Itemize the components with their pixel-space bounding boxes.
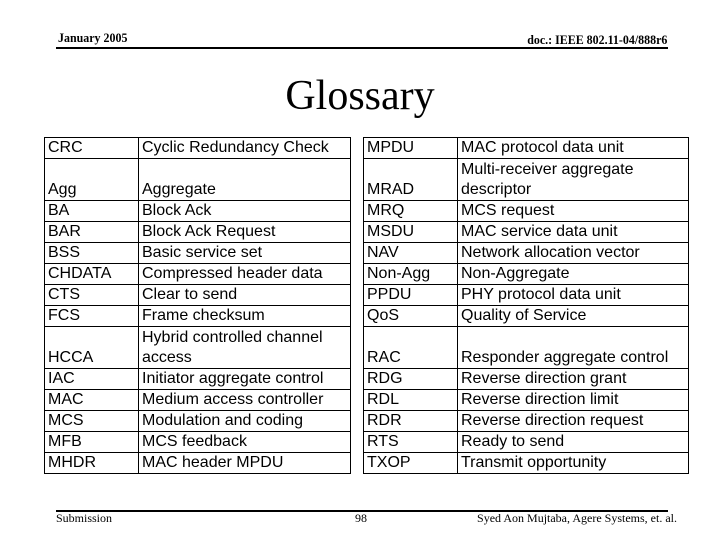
header-date: January 2005 [58,30,128,45]
glossary-definition: Transmit opportunity [457,452,689,474]
glossary-row: MAC Medium access controller [44,389,351,411]
glossary-definition: Network allocation vector [457,242,689,264]
glossary-definition: Reverse direction grant [457,368,689,390]
glossary-definition: Cyclic Redundancy Check [138,137,351,159]
glossary-row: RAC Responder aggregate control [363,326,689,369]
glossary-row: MFB MCS feedback [44,431,351,453]
glossary-row: MRAD Multi-receiver aggregate descriptor [363,158,689,201]
glossary-row: HCCA Hybrid controlled channel access [44,326,351,369]
glossary-abbreviation: MRQ [363,200,458,222]
glossary-definition: Compressed header data [138,263,351,285]
glossary-abbreviation: BSS [44,242,139,264]
glossary-definition: Responder aggregate control [457,326,689,369]
glossary-definition: Medium access controller [138,389,351,411]
glossary-definition: Hybrid controlled channel access [138,326,351,369]
page-number: 98 [355,511,367,525]
glossary-abbreviation: BAR [44,221,139,243]
glossary-abbreviation: HCCA [44,326,139,369]
glossary-definition: MCS request [457,200,689,222]
glossary-definition: MCS feedback [138,431,351,453]
glossary-definition: Initiator aggregate control [138,368,351,390]
glossary-abbreviation: Non-Agg [363,263,458,285]
glossary-definition: Modulation and coding [138,410,351,432]
glossary-definition: Ready to send [457,431,689,453]
glossary-row: RDR Reverse direction request [363,410,689,432]
glossary-abbreviation: MPDU [363,137,458,159]
glossary-abbreviation: QoS [363,305,458,327]
glossary-definition: Basic service set [138,242,351,264]
glossary-row: QoS Quality of Service [363,305,689,327]
glossary-abbreviation: CTS [44,284,139,306]
glossary-abbreviation: MSDU [363,221,458,243]
glossary-abbreviation: Agg [44,158,139,201]
glossary-abbreviation: NAV [363,242,458,264]
glossary-abbreviation: CHDATA [44,263,139,285]
glossary-definition: Quality of Service [457,305,689,327]
glossary-row: MPDU MAC protocol data unit [363,137,689,159]
glossary-definition: MAC protocol data unit [457,137,689,159]
glossary-row: BSS Basic service set [44,242,351,264]
header-doc-id: doc.: IEEE 802.11-04/888r6 [526,32,667,47]
glossary-row: NAV Network allocation vector [363,242,689,264]
glossary-row: CRC Cyclic Redundancy Check [44,137,351,159]
glossary-abbreviation: RAC [363,326,458,369]
glossary-row: MHDR MAC header MPDU [44,452,351,474]
glossary-abbreviation: PPDU [363,284,458,306]
glossary-definition: Reverse direction request [457,410,689,432]
glossary-row: MSDU MAC service data unit [363,221,689,243]
header-divider [56,47,668,49]
glossary-row: RDG Reverse direction grant [363,368,689,390]
glossary-row: CTS Clear to send [44,284,351,306]
glossary-definition: MAC service data unit [457,221,689,243]
glossary-definition: Frame checksum [138,305,351,327]
glossary-row: MCS Modulation and coding [44,410,351,432]
glossary-row: Non-Agg Non-Aggregate [363,263,689,285]
glossary-abbreviation: MFB [44,431,139,453]
glossary-abbreviation: MAC [44,389,139,411]
glossary-abbreviation: MHDR [44,452,139,474]
glossary-abbreviation: CRC [44,137,139,159]
glossary-abbreviation: RTS [363,431,458,453]
glossary-abbreviation: FCS [44,305,139,327]
glossary-row: TXOP Transmit opportunity [363,452,689,474]
glossary-row: BAR Block Ack Request [44,221,351,243]
glossary-definition: Block Ack Request [138,221,351,243]
glossary-abbreviation: MRAD [363,158,458,201]
footer-author: Syed Aon Mujtaba, Agere Systems, et. al. [477,511,677,525]
glossary-row: Agg Aggregate [44,158,351,201]
glossary-abbreviation: TXOP [363,452,458,474]
glossary-definition: PHY protocol data unit [457,284,689,306]
glossary-definition: Clear to send [138,284,351,306]
glossary-row: PPDU PHY protocol data unit [363,284,689,306]
glossary-definition: Block Ack [138,200,351,222]
glossary-definition: MAC header MPDU [138,452,351,474]
glossary-row: FCS Frame checksum [44,305,351,327]
footer-label: Submission [56,511,113,525]
glossary-abbreviation: RDR [363,410,458,432]
glossary-abbreviation: IAC [44,368,139,390]
glossary-row: BA Block Ack [44,200,351,222]
glossary-definition: Reverse direction limit [457,389,689,411]
glossary-abbreviation: RDG [363,368,458,390]
glossary-row: MRQ MCS request [363,200,689,222]
glossary-abbreviation: BA [44,200,139,222]
glossary-row: CHDATA Compressed header data [44,263,351,285]
glossary-row: RDL Reverse direction limit [363,389,689,411]
slide-title: Glossary [285,73,435,119]
glossary-row: RTS Ready to send [363,431,689,453]
glossary-table-left: CRC Cyclic Redundancy Check Agg Aggregate BA… [44,137,351,474]
glossary-definition: Aggregate [138,158,351,201]
glossary-abbreviation: RDL [363,389,458,411]
glossary-definition: Non-Aggregate [457,263,689,285]
glossary-abbreviation: MCS [44,410,139,432]
glossary-table-right: MPDU MAC protocol data unit MRAD Multi-rece… [363,137,689,474]
glossary-row: IAC Initiator aggregate control [44,368,351,390]
glossary-definition: Multi-receiver aggregate descriptor [457,158,689,201]
